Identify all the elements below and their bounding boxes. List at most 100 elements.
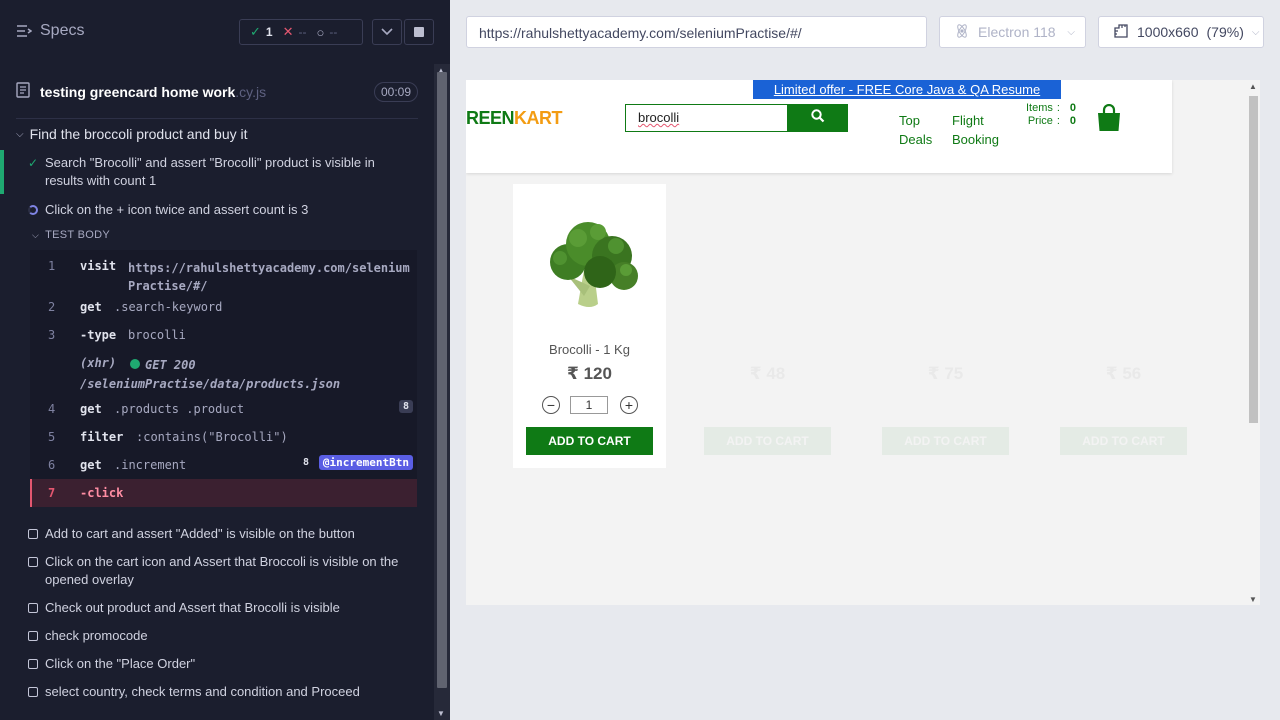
stop-button[interactable] <box>404 19 434 45</box>
add-to-cart-button[interactable]: ADD TO CART <box>526 427 653 455</box>
spec-name: testing greencard home work <box>40 84 236 100</box>
product-price: ₹ 120 <box>567 364 612 383</box>
broccoli-image <box>550 222 638 307</box>
command-message: .increment <box>114 458 187 472</box>
suite-title[interactable]: ⌵ Find the broccoli product and buy it <box>16 126 248 142</box>
product-price: ₹ 56 <box>1105 364 1142 383</box>
test-title: Click on the cart icon and Assert that B… <box>45 554 399 587</box>
element-count-badge: 8 <box>302 457 309 468</box>
test-item[interactable]: check promocode <box>0 626 430 646</box>
search-input[interactable]: brocolli <box>625 104 788 132</box>
greenkart-logo[interactable]: REENKART <box>466 108 563 129</box>
test-item[interactable]: Add to cart and assert "Added" is visibl… <box>0 524 430 544</box>
command-row-xhr[interactable]: (xhr) GET 200 /seleniumPractise/data/pro… <box>30 352 417 392</box>
test-title: Check out product and Assert that Brocol… <box>45 600 340 615</box>
cross-icon: ✕ <box>282 24 294 39</box>
command-row-active[interactable]: 7 -click <box>30 479 417 507</box>
passed-indicator <box>0 150 4 194</box>
command-row[interactable]: 4 get .products .product 8 <box>30 398 417 420</box>
electron-icon <box>954 23 970 42</box>
nav-link-top-deals[interactable]: Top Deals <box>899 111 932 149</box>
test-body-header[interactable]: ⌵ TEST BODY <box>32 229 110 241</box>
command-message: :contains("Brocolli") <box>136 430 288 444</box>
add-to-cart-button: ADD TO CART <box>704 427 831 455</box>
cart-bag-icon[interactable] <box>1096 103 1122 137</box>
quantity-input[interactable]: 1 <box>570 396 608 414</box>
scrollbar-thumb[interactable] <box>437 72 447 688</box>
search-button[interactable] <box>787 104 848 132</box>
offer-banner-link[interactable]: Limited offer - FREE Core Java & QA Resu… <box>753 80 1061 116</box>
pending-count: -- <box>329 25 338 39</box>
pending-checkbox-icon <box>28 529 38 539</box>
product-name: Brocolli - 1 Kg <box>549 342 630 357</box>
stop-icon <box>414 27 424 37</box>
nav-link-flight-booking[interactable]: Flight Booking <box>952 111 999 149</box>
aut-scrollbar[interactable]: ▲ ▼ <box>1247 80 1260 605</box>
command-number: 4 <box>48 402 56 416</box>
url-bar[interactable]: https://rahulshettyacademy.com/seleniumP… <box>466 16 927 48</box>
specs-toggle-button[interactable]: Specs <box>16 22 84 40</box>
command-row[interactable]: 2 get .search-keyword <box>30 296 417 318</box>
command-message: .search-keyword <box>114 300 223 314</box>
passed-count: 1 <box>265 25 273 39</box>
quantity-stepper: − 1 + <box>542 396 638 414</box>
specs-label: Specs <box>40 22 85 39</box>
test-item[interactable]: ✓ Search "Brocolli" and assert "Brocolli… <box>0 150 430 194</box>
test-item[interactable]: select country, check terms and conditio… <box>0 682 430 702</box>
command-method: get <box>80 402 102 416</box>
test-item[interactable]: Click on the "Place Order" <box>0 654 430 674</box>
price-label: Price <box>1027 115 1053 127</box>
chevron-down-icon: ⌵ <box>16 128 24 140</box>
command-row[interactable]: 6 get .increment 8 @incrementBtn <box>30 454 417 476</box>
test-title: select country, check terms and conditio… <box>45 684 360 699</box>
reporter-scrollbar[interactable]: ▲ ▼ <box>434 64 450 720</box>
test-title: Search "Brocolli" and assert "Brocolli" … <box>45 155 375 188</box>
command-method: visit <box>80 259 117 273</box>
command-row[interactable]: 3 -type brocolli <box>30 324 417 346</box>
command-row[interactable]: 5 filter :contains("Brocolli") <box>30 426 417 448</box>
command-message: GET 200 /seleniumPractise/data/products.… <box>80 358 341 391</box>
command-method: -click <box>80 486 124 500</box>
test-body-label: TEST BODY <box>45 229 110 241</box>
scrollbar-thumb[interactable] <box>1249 96 1258 423</box>
passed-stat: ✓ 1 <box>240 24 273 40</box>
scroll-down-icon[interactable]: ▼ <box>1249 595 1257 604</box>
spinner-icon <box>28 205 38 215</box>
viewport-zoom: (79%) <box>1206 24 1244 40</box>
command-number: 6 <box>48 458 56 472</box>
browser-name: Electron 118 <box>978 24 1056 40</box>
test-item[interactable]: Check out product and Assert that Brocol… <box>0 598 430 618</box>
command-number: 3 <box>48 328 56 342</box>
chevron-down-icon: ⌵ <box>1067 26 1075 38</box>
command-log: 1 visit https://rahulshettyacademy.com/s… <box>30 250 417 507</box>
product-price: ₹ 48 <box>749 364 786 383</box>
browser-selector[interactable]: Electron 118 ⌵ <box>939 16 1086 48</box>
command-number: 5 <box>48 430 56 444</box>
items-label: Items <box>1026 102 1053 114</box>
command-method: -type <box>80 328 117 342</box>
viewport-selector[interactable]: 1000x660 (79%) ⌵ <box>1098 16 1264 48</box>
add-to-cart-button: ADD TO CART <box>1060 427 1187 455</box>
auto-scroll-button[interactable] <box>372 19 402 45</box>
scroll-up-icon[interactable]: ▲ <box>1249 82 1257 91</box>
decrement-button[interactable]: − <box>542 396 560 414</box>
product-price: ₹ 75 <box>927 364 964 383</box>
product-card: Brocolli - 1 Kg ₹ 120 − 1 + ADD TO CART <box>513 184 666 468</box>
command-row[interactable]: 1 visit https://rahulshettyacademy.com/s… <box>30 254 417 293</box>
pending-checkbox-icon <box>28 687 38 697</box>
command-message: https://rahulshettyacademy.com/seleniumP… <box>128 261 410 293</box>
product-card-hidden: ₹ 48 ADD TO CART <box>691 184 844 468</box>
chevron-down-icon: ⌵ <box>1251 26 1260 38</box>
scroll-down-icon[interactable]: ▼ <box>437 709 445 718</box>
test-item[interactable]: Click on the + icon twice and assert cou… <box>0 200 430 220</box>
pending-stat: ○ -- <box>307 25 338 40</box>
test-item[interactable]: Click on the cart icon and Assert that B… <box>0 552 430 590</box>
test-stats: ✓ 1 ✕ -- ○ -- <box>239 19 363 45</box>
product-card-hidden: ₹ 75 ADD TO CART <box>869 184 1022 468</box>
chevron-down-icon <box>381 23 393 41</box>
alias-badge: @incrementBtn <box>318 455 413 470</box>
command-method: get <box>80 458 102 472</box>
suite-title-text: Find the broccoli product and buy it <box>29 126 248 142</box>
increment-button[interactable]: + <box>620 396 638 414</box>
divider <box>16 118 418 119</box>
